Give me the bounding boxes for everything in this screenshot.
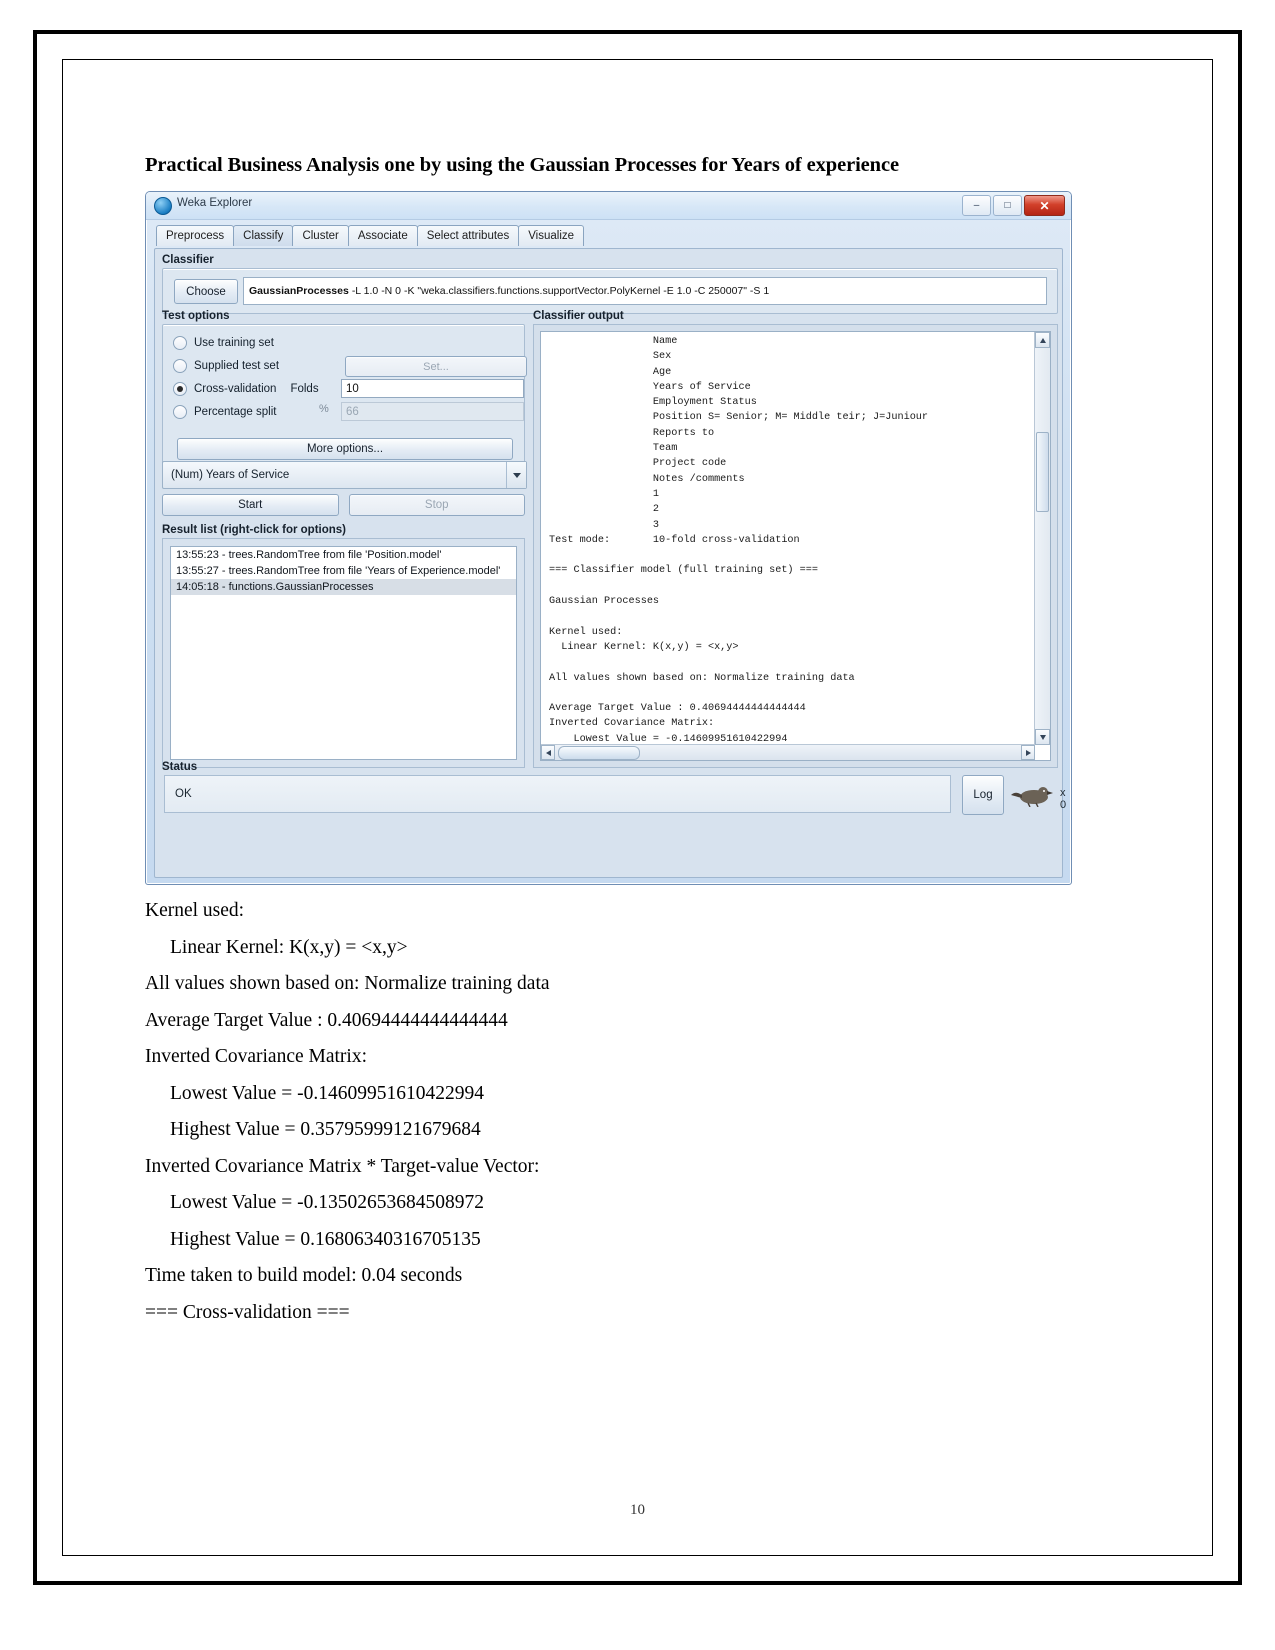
minimize-button[interactable]: – [962,195,991,216]
window-titlebar: Weka Explorer – □ ✕ [146,192,1071,220]
main-tabs: Preprocess Classify Cluster Associate Se… [156,224,1071,246]
radio-supplied-test-set[interactable] [173,358,187,373]
body-line: Highest Value = 0.35795999121679684 [170,1119,481,1140]
horizontal-scroll-thumb[interactable] [558,746,640,760]
classifier-output-area[interactable]: Name Sex Age Years of Service Employment… [540,331,1051,761]
percent-input[interactable]: 66 [341,402,524,421]
vertical-scroll-thumb[interactable] [1036,432,1049,512]
page-title: Practical Business Analysis one by using… [145,154,899,176]
body-line: Highest Value = 0.16806340316705135 [170,1228,481,1250]
label-cross-validation: Cross-validation [194,382,277,395]
status-message: OK [164,775,951,813]
page-border-outer: Practical Business Analysis one by using… [33,30,1242,1585]
option-percentage-split[interactable]: Percentage split % 66 [173,400,524,423]
body-line: Linear Kernel: K(x,y) = <x,y> [170,936,408,958]
classifier-output-group: Classifier output Name Sex Age Years of … [533,310,1058,768]
body-line: Lowest Value = -0.14609951610422994 [170,1082,484,1104]
classifier-scheme-options: -L 1.0 -N 0 -K "weka.classifiers.functio… [351,285,770,297]
tab-visualize[interactable]: Visualize [518,225,585,246]
label-supplied-test-set: Supplied test set [194,359,280,372]
scroll-right-icon[interactable] [1021,745,1035,760]
start-stop-row: Start Stop [162,494,525,516]
body-line: Lowest Value = -0.13502653684508972 [170,1192,484,1213]
window-controls: – □ ✕ [962,195,1065,216]
status-row: OK Log x 0 [162,775,1066,817]
scroll-left-icon[interactable] [541,745,555,760]
list-item[interactable]: 14:05:18 - functions.GaussianProcesses [171,579,516,595]
option-supplied-test-set[interactable]: Supplied test set Set... [173,354,527,377]
option-cross-validation[interactable]: Cross-validation Folds 10 [173,377,524,400]
label-percentage-split: Percentage split [194,405,277,418]
weka-explorer-window: Weka Explorer – □ ✕ Preprocess Classify … [145,191,1072,885]
classifier-output-title: Classifier output [533,310,624,322]
chevron-down-icon[interactable] [506,462,526,488]
option-use-training-set[interactable]: Use training set [173,331,524,354]
radio-percentage-split[interactable] [173,404,187,419]
classify-panel: Classifier Choose GaussianProcesses -L 1.… [154,248,1066,878]
tab-preprocess[interactable]: Preprocess [156,225,235,246]
classifier-group-title: Classifier [162,254,214,266]
label-use-training-set: Use training set [194,336,274,349]
choose-button[interactable]: Choose [174,279,238,304]
output-vertical-scrollbar[interactable] [1034,332,1050,745]
page-number: 10 [630,1502,645,1518]
classifier-group: Classifier Choose GaussianProcesses -L 1.… [162,254,1058,314]
set-button[interactable]: Set... [345,356,527,377]
scroll-down-icon[interactable] [1035,729,1050,745]
result-list-group: Result list (right-click for options) 13… [162,524,525,768]
stop-button[interactable]: Stop [348,494,525,516]
list-item[interactable]: 13:55:27 - trees.RandomTree from file 'Y… [171,563,516,579]
classifier-scheme-name: GaussianProcesses [249,285,349,297]
classifier-scheme-field[interactable]: GaussianProcesses -L 1.0 -N 0 -K "weka.cl… [243,277,1047,305]
body-line: Time taken to build model: 0.04 seconds [145,1265,463,1286]
classifier-output-text: Name Sex Age Years of Service Employment… [549,336,929,742]
output-horizontal-scrollbar[interactable] [541,744,1035,760]
classifier-group-box: Choose GaussianProcesses -L 1.0 -N 0 -K "… [162,268,1058,314]
log-button[interactable]: Log [962,775,1004,815]
body-line: Inverted Covariance Matrix: [145,1046,367,1067]
document-content: Practical Business Analysis one by using… [145,154,1072,1339]
weka-app-icon [154,197,172,215]
tab-select-attributes[interactable]: Select attributes [416,225,520,246]
classifier-output-box: Name Sex Age Years of Service Employment… [533,324,1058,768]
list-item[interactable]: 13:55:23 - trees.RandomTree from file 'P… [171,547,516,563]
radio-use-training-set[interactable] [173,335,187,350]
result-list[interactable]: 13:55:23 - trees.RandomTree from file 'P… [170,546,517,760]
test-options-group: Test options Use training set Supplied t… [162,310,527,476]
body-line: === Cross-validation === [145,1301,350,1323]
label-percent-symbol: % [319,403,329,415]
folds-input[interactable]: 10 [341,379,524,398]
body-line: Inverted Covariance Matrix * Target-valu… [145,1155,540,1177]
result-list-box: 13:55:23 - trees.RandomTree from file 'P… [162,538,525,768]
status-title: Status [162,761,198,773]
class-attribute-value: (Num) Years of Service [171,469,290,481]
maximize-button[interactable]: □ [993,195,1022,216]
window-title: Weka Explorer [177,197,253,209]
close-button[interactable]: ✕ [1024,195,1065,216]
weka-bird-icon [1011,787,1053,807]
result-list-title: Result list (right-click for options) [162,524,347,536]
test-options-box: Use training set Supplied test set Set..… [162,324,527,476]
status-group: Status OK Log x 0 [162,761,1066,817]
class-attribute-combo[interactable]: (Num) Years of Service [162,461,527,489]
body-line: Kernel used: [145,900,245,921]
start-button[interactable]: Start [162,494,339,516]
body-line: All values shown based on: Normalize tra… [145,973,550,994]
tab-classify[interactable]: Classify [233,225,294,246]
test-options-title: Test options [162,310,230,322]
radio-cross-validation[interactable] [173,381,187,396]
task-count-label: x 0 [1060,787,1067,811]
body-line: Average Target Value : 0.406944444444444… [145,1009,508,1031]
tab-cluster[interactable]: Cluster [292,225,349,246]
tab-associate[interactable]: Associate [347,225,418,246]
body-text: Kernel used: Linear Kernel: K(x,y) = <x,… [145,901,1045,1322]
scroll-up-icon[interactable] [1035,332,1050,348]
more-options-button[interactable]: More options... [177,438,513,460]
label-folds: Folds [290,382,319,395]
